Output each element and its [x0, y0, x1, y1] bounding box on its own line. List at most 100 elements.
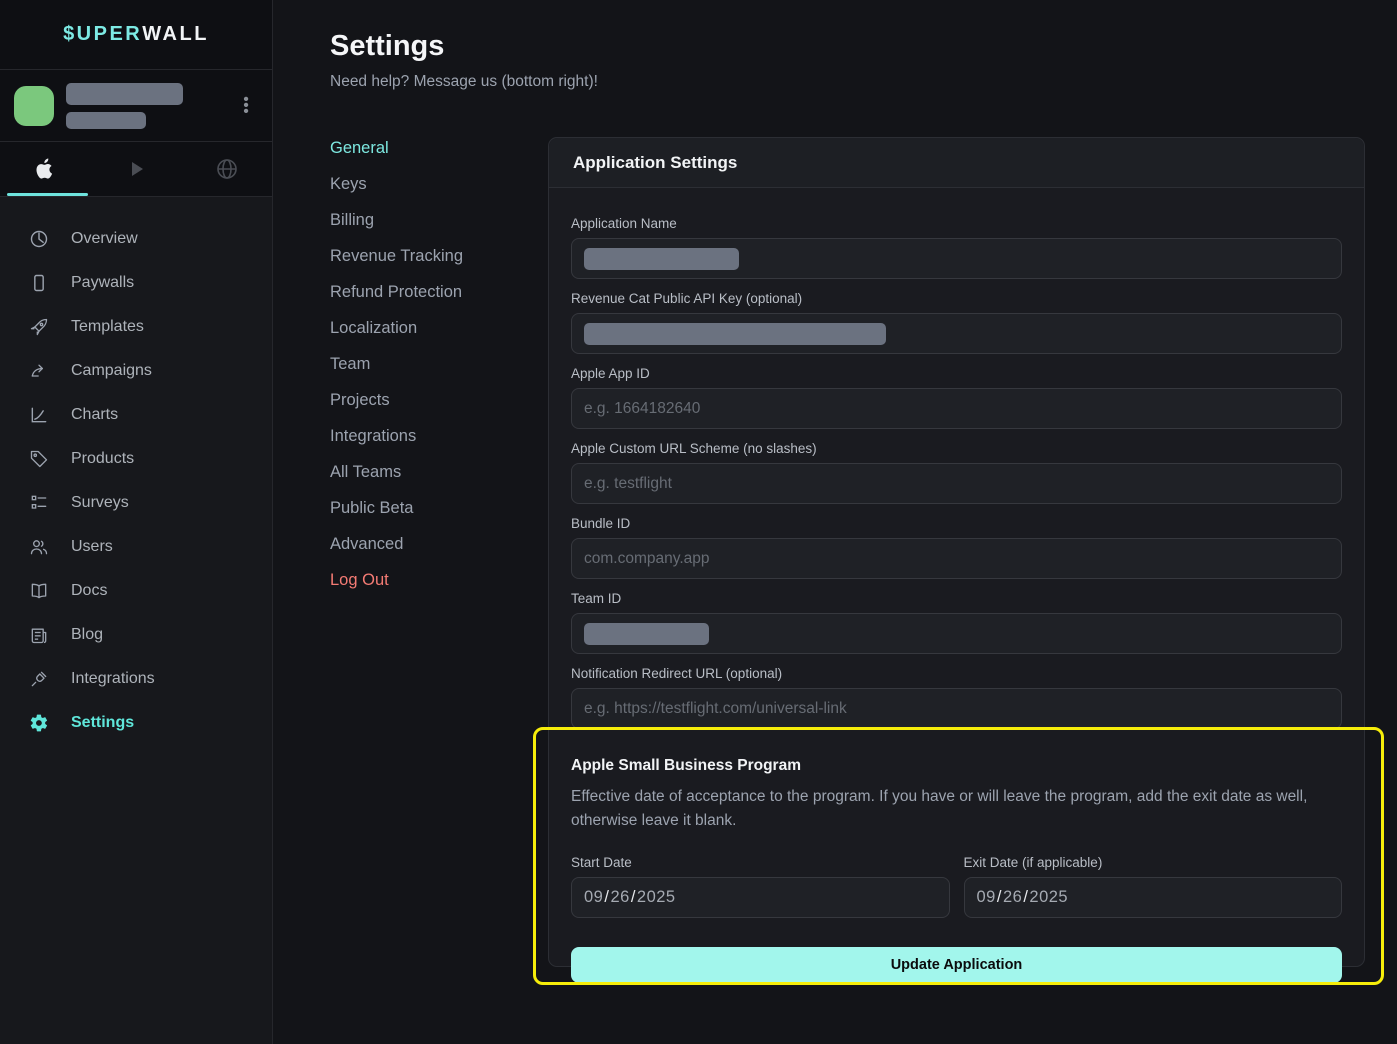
redaction-bar	[584, 623, 709, 645]
field-label: Revenue Cat Public API Key (optional)	[571, 291, 1342, 306]
section-description: Effective date of acceptance to the prog…	[571, 785, 1342, 833]
sidebar-item-paywalls[interactable]: Paywalls	[0, 261, 272, 305]
sidebar-item-blog[interactable]: Blog	[0, 613, 272, 657]
field-label: Bundle ID	[571, 516, 1342, 531]
sidebar-item-charts[interactable]: Charts	[0, 393, 272, 437]
sidebar-item-label: Surveys	[71, 494, 129, 512]
date-separator: /	[630, 888, 637, 907]
notification-redirect-url-input[interactable]	[571, 688, 1342, 729]
field-label: Team ID	[571, 591, 1342, 606]
exit-year: 2025	[1029, 888, 1068, 907]
chart-line-icon	[28, 404, 50, 426]
settings-nav-all-teams[interactable]: All Teams	[330, 454, 463, 490]
kebab-menu-icon[interactable]: •••	[234, 97, 258, 115]
redaction-bar	[584, 323, 886, 345]
start-month: 09	[584, 888, 603, 907]
exit-month: 09	[977, 888, 996, 907]
field-bundle-id: Bundle ID	[571, 516, 1342, 579]
start-date-input[interactable]: 09/26/2025	[571, 877, 950, 918]
tab-apple[interactable]	[0, 142, 91, 196]
book-icon	[28, 580, 50, 602]
field-notification-redirect-url: Notification Redirect URL (optional)	[571, 666, 1342, 729]
logo-accent-text: $UPER	[63, 23, 142, 46]
sidebar-item-docs[interactable]: Docs	[0, 569, 272, 613]
account-switcher[interactable]: •••	[0, 70, 272, 142]
sidebar-item-label: Paywalls	[71, 274, 134, 292]
tag-icon	[28, 448, 50, 470]
overview-clock-icon	[28, 228, 50, 250]
start-year: 2025	[637, 888, 676, 907]
field-label: Apple App ID	[571, 366, 1342, 381]
sidebar-item-surveys[interactable]: Surveys	[0, 481, 272, 525]
apple-icon	[33, 157, 57, 181]
sidebar-item-templates[interactable]: Templates	[0, 305, 272, 349]
app-avatar	[14, 86, 54, 126]
settings-nav-revenue-tracking[interactable]: Revenue Tracking	[330, 238, 463, 274]
phone-icon	[28, 272, 50, 294]
settings-nav-public-beta[interactable]: Public Beta	[330, 490, 463, 526]
bundle-id-input[interactable]	[571, 538, 1342, 579]
sidebar-item-overview[interactable]: Overview	[0, 217, 272, 261]
logo-rest-text: WALL	[142, 23, 209, 46]
settings-nav-billing[interactable]: Billing	[330, 202, 463, 238]
custom-url-scheme-input[interactable]	[571, 463, 1342, 504]
redacted-account-name	[66, 83, 222, 129]
superwall-logo: $UPERWALL	[0, 0, 272, 70]
field-application-name: Application Name	[571, 216, 1342, 279]
sidebar-item-users[interactable]: Users	[0, 525, 272, 569]
date-row: Start Date 09/26/2025 Exit Date (if appl…	[571, 855, 1342, 918]
sidebar-item-products[interactable]: Products	[0, 437, 272, 481]
settings-nav-localization[interactable]: Localization	[330, 310, 463, 346]
platform-tabs	[0, 142, 272, 197]
revenuecat-key-input[interactable]	[571, 313, 1342, 354]
settings-nav-integrations[interactable]: Integrations	[330, 418, 463, 454]
section-title: Apple Small Business Program	[571, 757, 1342, 775]
sidebar-item-settings[interactable]: Settings	[0, 701, 272, 745]
active-tab-indicator	[7, 193, 88, 196]
start-date-label: Start Date	[571, 855, 950, 870]
sidebar: $UPERWALL •••	[0, 0, 273, 1044]
sidebar-item-integrations[interactable]: Integrations	[0, 657, 272, 701]
exit-date-group: Exit Date (if applicable) 09/26/2025	[964, 855, 1343, 918]
sidebar-item-label: Integrations	[71, 670, 155, 688]
field-custom-url-scheme: Apple Custom URL Scheme (no slashes)	[571, 441, 1342, 504]
tab-android[interactable]	[91, 142, 182, 196]
sidebar-item-label: Campaigns	[71, 362, 152, 380]
sidebar-item-label: Settings	[71, 714, 134, 732]
sidebar-nav: Overview Paywalls Templates	[0, 197, 272, 745]
globe-icon	[215, 157, 239, 181]
field-label: Application Name	[571, 216, 1342, 231]
settings-nav-projects[interactable]: Projects	[330, 382, 463, 418]
start-day: 26	[610, 888, 629, 907]
apple-app-id-input[interactable]	[571, 388, 1342, 429]
settings-nav-general[interactable]: General	[330, 130, 463, 166]
redaction-bar	[66, 83, 183, 105]
sidebar-item-label: Products	[71, 450, 134, 468]
settings-nav-team[interactable]: Team	[330, 346, 463, 382]
page-subtitle: Need help? Message us (bottom right)!	[330, 73, 598, 91]
application-name-input[interactable]	[571, 238, 1342, 279]
team-id-input[interactable]	[571, 613, 1342, 654]
date-separator: /	[603, 888, 610, 907]
play-icon	[124, 157, 148, 181]
tab-web[interactable]	[181, 142, 272, 196]
gear-icon	[28, 712, 50, 734]
exit-date-input[interactable]: 09/26/2025	[964, 877, 1343, 918]
sidebar-item-label: Blog	[71, 626, 103, 644]
sidebar-item-campaigns[interactable]: Campaigns	[0, 349, 272, 393]
page-header: Settings Need help? Message us (bottom r…	[330, 30, 598, 91]
field-label: Apple Custom URL Scheme (no slashes)	[571, 441, 1342, 456]
sidebar-item-label: Docs	[71, 582, 107, 600]
update-application-button[interactable]: Update Application	[571, 947, 1342, 983]
date-separator: /	[996, 888, 1003, 907]
sidebar-item-label: Users	[71, 538, 113, 556]
card-body: Application Name Revenue Cat Public API …	[549, 188, 1364, 983]
field-label: Notification Redirect URL (optional)	[571, 666, 1342, 681]
redaction-bar	[584, 248, 739, 270]
settings-nav-advanced[interactable]: Advanced	[330, 526, 463, 562]
settings-nav-logout[interactable]: Log Out	[330, 562, 463, 598]
settings-nav-refund-protection[interactable]: Refund Protection	[330, 274, 463, 310]
application-settings-card: Application Settings Application Name Re…	[548, 137, 1365, 967]
settings-nav-keys[interactable]: Keys	[330, 166, 463, 202]
field-apple-app-id: Apple App ID	[571, 366, 1342, 429]
